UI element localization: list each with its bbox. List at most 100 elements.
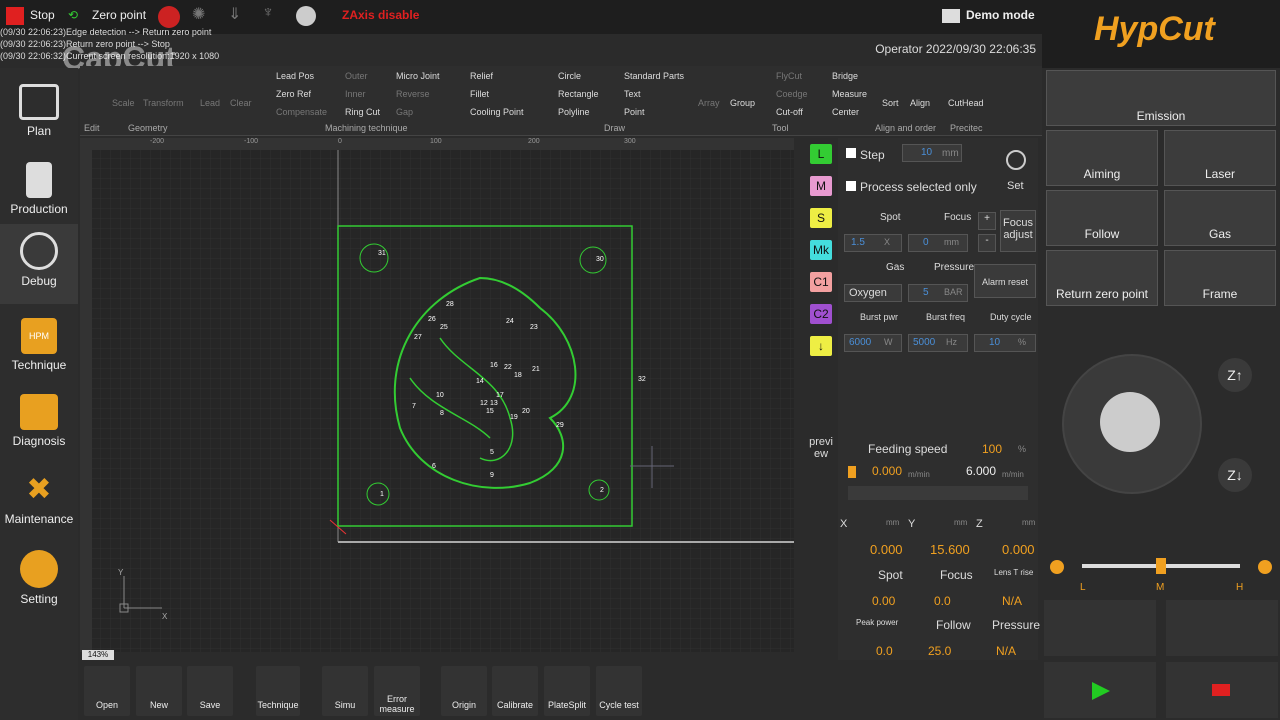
- measure-button[interactable]: Measure: [832, 89, 867, 99]
- simu-button[interactable]: Simu: [322, 666, 368, 716]
- start-button[interactable]: [1044, 662, 1156, 718]
- nav-debug[interactable]: Debug: [0, 224, 78, 304]
- zero-ref-button[interactable]: Zero Ref: [276, 89, 311, 99]
- clear-button[interactable]: Clear: [230, 98, 252, 108]
- reverse-button[interactable]: Reverse: [396, 89, 430, 99]
- nav-production[interactable]: Production: [0, 154, 78, 230]
- text-button[interactable]: Text: [624, 89, 641, 99]
- jog-center-button[interactable]: [1100, 392, 1160, 452]
- circle-button[interactable]: Circle: [558, 71, 581, 81]
- focus-input[interactable]: 0: [908, 234, 968, 252]
- step-checkbox[interactable]: [846, 148, 856, 158]
- save-button[interactable]: Save: [187, 666, 233, 716]
- cuthead-button[interactable]: CutHead: [948, 98, 984, 108]
- technique-button[interactable]: Technique: [256, 666, 300, 716]
- gear-icon[interactable]: [1006, 150, 1026, 170]
- lead-button[interactable]: Lead: [200, 98, 220, 108]
- follow-button[interactable]: Follow: [1046, 190, 1158, 246]
- layer-c2[interactable]: C2: [810, 304, 832, 324]
- open-button[interactable]: Open: [84, 666, 130, 716]
- step-forward-button[interactable]: [1044, 600, 1156, 656]
- focus-minus-button[interactable]: -: [978, 234, 996, 252]
- bridge-button[interactable]: Bridge: [832, 71, 858, 81]
- scale-button[interactable]: Scale: [112, 98, 135, 108]
- focus-adjust-button[interactable]: Focus adjust: [1000, 210, 1036, 252]
- aiming-button[interactable]: Aiming: [1046, 130, 1158, 186]
- burst-pwr-input[interactable]: 6000: [844, 334, 902, 352]
- nav-diagnosis[interactable]: Diagnosis: [0, 386, 78, 462]
- set-button[interactable]: Set: [1007, 180, 1024, 192]
- return-zero-button[interactable]: Return zero point: [1046, 250, 1158, 306]
- drawing-canvas[interactable]: Y X 31 30 28 26 25 27 24 23 16 22 18 21 …: [80, 138, 794, 652]
- burst-freq-input[interactable]: 5000: [908, 334, 968, 352]
- layer-m[interactable]: M: [810, 176, 832, 196]
- transform-button[interactable]: Transform: [143, 98, 184, 108]
- speed-minus-button[interactable]: [1050, 560, 1064, 574]
- compensate-button[interactable]: Compensate: [276, 107, 327, 117]
- cutoff-button[interactable]: Cut-off: [776, 107, 803, 117]
- stop-button-large[interactable]: [1166, 662, 1278, 718]
- z-down-button[interactable]: Z↓: [1218, 458, 1252, 492]
- spot-input[interactable]: 1.5: [844, 234, 902, 252]
- layer-down[interactable]: ↓: [810, 336, 832, 356]
- pause-button[interactable]: [1166, 600, 1278, 656]
- polyline-button[interactable]: Polyline: [558, 107, 590, 117]
- rectangle-button[interactable]: Rectangle: [558, 89, 599, 99]
- center-button[interactable]: Center: [832, 107, 859, 117]
- speed-plus-button[interactable]: [1258, 560, 1272, 574]
- layer-l[interactable]: L: [810, 144, 832, 164]
- stop-icon[interactable]: [6, 7, 24, 25]
- error-measure-button[interactable]: Error measure: [374, 666, 420, 716]
- lead-pos-button[interactable]: Lead Pos: [276, 71, 314, 81]
- frame-button[interactable]: Frame: [1164, 250, 1276, 306]
- layer-c1[interactable]: C1: [810, 272, 832, 292]
- calibrate-button[interactable]: Calibrate: [492, 666, 538, 716]
- coedge-button[interactable]: Coedge: [776, 89, 808, 99]
- alarm-reset-button[interactable]: Alarm reset: [974, 264, 1036, 298]
- speed-level-thumb[interactable]: [1156, 558, 1166, 574]
- layer-mk[interactable]: Mk: [810, 240, 832, 260]
- burst-icon[interactable]: ✺: [192, 4, 205, 24]
- micro-joint-button[interactable]: Micro Joint: [396, 71, 440, 81]
- sort-button[interactable]: Sort: [882, 98, 899, 108]
- gap-button[interactable]: Gap: [396, 107, 413, 117]
- zero-point-button[interactable]: Zero point: [92, 8, 146, 22]
- nav-plan[interactable]: Plan: [0, 76, 78, 152]
- shutter-icon[interactable]: [296, 6, 316, 26]
- stop-button[interactable]: Stop: [30, 8, 55, 22]
- emission-button[interactable]: Emission: [1046, 70, 1276, 126]
- gas-button[interactable]: Gas: [1164, 190, 1276, 246]
- outer-button[interactable]: Outer: [345, 71, 368, 81]
- laser-off-icon[interactable]: [158, 6, 180, 28]
- cooling-point-button[interactable]: Cooling Point: [470, 107, 524, 117]
- process-selected-checkbox[interactable]: [846, 181, 856, 191]
- new-button[interactable]: New: [136, 666, 182, 716]
- relief-button[interactable]: Relief: [470, 71, 493, 81]
- z-up-button[interactable]: Z↑: [1218, 358, 1252, 392]
- zero-point-icon[interactable]: ⟲: [68, 8, 86, 24]
- origin-button[interactable]: Origin: [441, 666, 487, 716]
- preview-button[interactable]: previ ew: [806, 436, 836, 460]
- point-button[interactable]: Point: [624, 107, 645, 117]
- focus-plus-button[interactable]: +: [978, 212, 996, 230]
- nav-maintenance[interactable]: ✖ Maintenance: [0, 464, 78, 540]
- inner-button[interactable]: Inner: [345, 89, 366, 99]
- group-button[interactable]: Group: [730, 98, 755, 108]
- speed-slider[interactable]: [848, 486, 1028, 500]
- nozzle-icon[interactable]: ⇓: [228, 4, 241, 24]
- cycle-test-button[interactable]: Cycle test: [596, 666, 642, 716]
- laser-button[interactable]: Laser: [1164, 130, 1276, 186]
- nav-technique[interactable]: HPM Technique: [0, 310, 78, 386]
- head-icon[interactable]: ♆: [262, 4, 274, 22]
- layer-s[interactable]: S: [810, 208, 832, 228]
- nav-setting[interactable]: Setting: [0, 542, 78, 618]
- align-button[interactable]: Align: [910, 98, 930, 108]
- ring-cut-button[interactable]: Ring Cut: [345, 107, 380, 117]
- duty-cycle-input[interactable]: 10: [974, 334, 1036, 352]
- flycut-button[interactable]: FlyCut: [776, 71, 802, 81]
- array-button[interactable]: Array: [698, 98, 720, 108]
- fillet-button[interactable]: Fillet: [470, 89, 489, 99]
- gas-select[interactable]: Oxygen: [844, 284, 902, 302]
- platesplit-button[interactable]: PlateSplit: [544, 666, 590, 716]
- standard-parts-button[interactable]: Standard Parts: [624, 71, 684, 81]
